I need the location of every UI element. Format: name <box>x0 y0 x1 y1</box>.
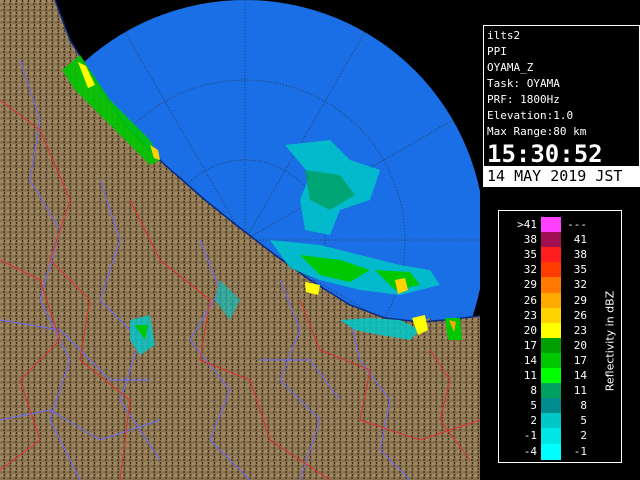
legend-row: -4 -1 <box>499 443 621 460</box>
legend-high-value: 32 <box>573 278 587 292</box>
legend-color-swatch <box>541 443 561 460</box>
legend-color-swatch <box>541 247 561 264</box>
legend-row: -1 2 <box>499 428 621 445</box>
legend-color-swatch <box>541 217 561 233</box>
legend-low-value: -1 <box>523 429 537 443</box>
radar-map[interactable] <box>0 0 480 480</box>
legend-low-value: 23 <box>523 308 537 322</box>
legend-low-value: 29 <box>523 278 537 292</box>
legend-unit-label: Reflectivity in dBZ <box>603 290 617 392</box>
info-site: ilts2 <box>487 29 521 42</box>
legend-low-value: 14 <box>523 353 537 367</box>
legend-high-value: 20 <box>573 338 587 352</box>
legend-low-value: 38 <box>523 233 537 247</box>
legend-color-swatch <box>541 398 561 415</box>
info-scan-type: PPI <box>487 45 507 58</box>
legend-low-value: -4 <box>523 444 537 458</box>
legend-high-value: 41 <box>573 233 587 247</box>
legend-row: >41 --- <box>499 217 621 233</box>
legend-low-value: 2 <box>530 414 537 428</box>
legend-high-value: --- <box>567 218 587 231</box>
legend-high-value: 2 <box>580 429 587 443</box>
radar-info-box: ilts2 PPI OYAMA_Z Task: OYAMA PRF: 1800H… <box>483 25 640 187</box>
legend-low-value: 35 <box>523 248 537 262</box>
legend-high-value: 26 <box>573 308 587 322</box>
legend-low-value: >41 <box>517 218 537 231</box>
legend-color-swatch <box>541 277 561 294</box>
legend-color-swatch <box>541 232 561 249</box>
legend-color-swatch <box>541 428 561 445</box>
legend-high-value: 23 <box>573 323 587 337</box>
legend-high-value: 38 <box>573 248 587 262</box>
legend-color-swatch <box>541 262 561 279</box>
legend-color-swatch <box>541 337 561 354</box>
legend-color-swatch <box>541 352 561 369</box>
legend-low-value: 26 <box>523 293 537 307</box>
legend-color-swatch <box>541 368 561 384</box>
legend-low-value: 11 <box>523 369 537 382</box>
legend-color-swatch <box>541 292 561 309</box>
legend-low-value: 5 <box>530 399 537 413</box>
legend-low-value: 20 <box>523 323 537 337</box>
legend-high-value: 17 <box>573 353 587 367</box>
info-prf: PRF: 1800Hz <box>487 93 560 106</box>
scan-date: 14 MAY 2019 JST <box>484 166 639 186</box>
info-product: OYAMA_Z <box>487 61 534 74</box>
color-legend: >41 --- 38 41 35 38 32 35 29 32 26 29 23 26 20 23 17 20 14… <box>498 210 622 463</box>
legend-high-value: 8 <box>580 399 587 413</box>
info-task: Task: OYAMA <box>487 77 560 90</box>
legend-high-value: 29 <box>573 293 587 307</box>
info-max-range: Max Range:80 km <box>487 125 587 138</box>
legend-high-value: 5 <box>580 414 587 428</box>
legend-high-value: 14 <box>573 369 587 382</box>
legend-color-swatch <box>541 413 561 430</box>
legend-row: 38 41 <box>499 232 621 249</box>
legend-row: 25 <box>499 413 621 430</box>
legend-low-value: 17 <box>523 338 537 352</box>
legend-high-value: 35 <box>573 263 587 277</box>
scan-time: 15:30:52 <box>487 140 603 168</box>
info-elevation: Elevation:1.0 <box>487 109 574 122</box>
legend-row: 35 38 <box>499 247 621 264</box>
legend-color-swatch <box>541 383 561 400</box>
legend-low-value: 32 <box>523 263 537 277</box>
legend-high-value: 11 <box>573 384 587 398</box>
legend-color-swatch <box>541 307 561 324</box>
legend-color-swatch <box>541 322 561 339</box>
legend-low-value: 8 <box>530 384 537 398</box>
legend-high-value: -1 <box>573 444 587 458</box>
